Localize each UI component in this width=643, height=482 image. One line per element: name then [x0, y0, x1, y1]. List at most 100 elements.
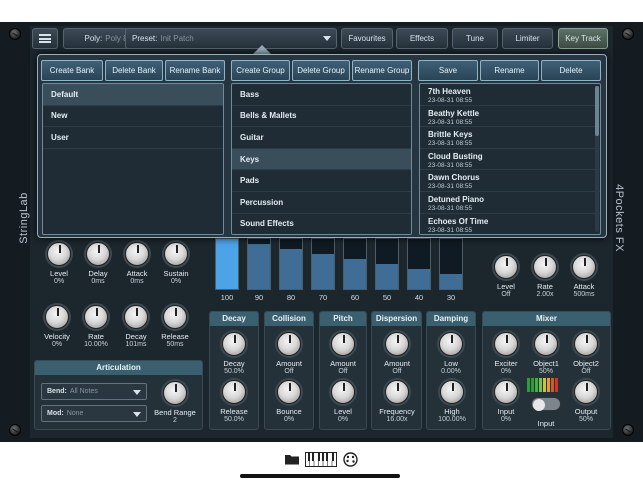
articulation-section: Articulation Bend: All Notes Mod: None Ben…: [34, 360, 203, 430]
folder-icon[interactable]: [284, 452, 300, 468]
bar-fill: [216, 239, 238, 289]
input-switch[interactable]: [531, 397, 561, 411]
rate-knob[interactable]: Rate 2.00x: [527, 255, 563, 298]
bar-slider[interactable]: 40: [405, 238, 433, 302]
harmonic-bars: 100 90 80 70 60 50 40 30: [213, 238, 471, 304]
tune-button[interactable]: Tune: [452, 28, 498, 49]
list-item[interactable]: Keys: [232, 148, 411, 171]
menu-button[interactable]: [32, 28, 58, 49]
bar-fill: [408, 269, 430, 289]
palette-icon[interactable]: [343, 452, 358, 468]
level-meter: [527, 378, 558, 392]
bar-slider[interactable]: 60: [341, 238, 369, 302]
list-item[interactable]: Echoes Of Time 23-08-31 08:55: [420, 214, 600, 234]
low-knob[interactable]: Low 0.00%: [433, 332, 469, 375]
bar-fill: [248, 244, 270, 289]
bar-slider[interactable]: 50: [373, 238, 401, 302]
list-item[interactable]: 7th Heaven 23-08-31 08:55: [420, 84, 600, 106]
sustain-knob[interactable]: Sustain 0%: [158, 242, 194, 285]
input-knob[interactable]: Input 0%: [488, 380, 524, 423]
high-knob[interactable]: High 100.00%: [430, 380, 474, 423]
list-item[interactable]: Default: [43, 84, 223, 106]
bar-fill: [312, 254, 334, 289]
key-track-button[interactable]: Key Track: [558, 28, 608, 49]
rename-bank-button[interactable]: Rename Bank: [165, 60, 225, 81]
list-item[interactable]: Percussion: [232, 192, 411, 214]
home-indicator[interactable]: [240, 474, 400, 478]
rename-preset-button[interactable]: Rename: [480, 60, 539, 81]
mod-dropdown[interactable]: Mod: None: [41, 405, 147, 422]
preset-list-scrollbar[interactable]: [595, 86, 599, 232]
effects-button[interactable]: Effects: [396, 28, 448, 49]
decay-knob[interactable]: Decay 101ms: [118, 305, 154, 348]
rate-knob[interactable]: Rate 10.00%: [78, 305, 114, 348]
decay-knob[interactable]: Decay 50.0%: [216, 332, 252, 375]
list-item[interactable]: New: [43, 106, 223, 128]
section-title: Dispersion: [372, 312, 421, 326]
list-item[interactable]: Sound Effects: [232, 214, 411, 234]
section-title: Damping: [427, 312, 475, 326]
create-group-button[interactable]: Create Group: [231, 60, 290, 81]
preset-list: 7th Heaven 23-08-31 08:55 Beathy Kettle 23…: [419, 83, 601, 235]
bar-fill: [344, 259, 366, 289]
list-item[interactable]: Cloud Busting 23-08-31 08:55: [420, 149, 600, 171]
bar-slider[interactable]: 80: [277, 238, 305, 302]
screw-icon: [9, 28, 21, 40]
mixer-section: Mixer Exciter 0% Object1 50% Object2 Off In…: [482, 311, 611, 430]
release-knob[interactable]: Release 50.0%: [216, 380, 252, 423]
level-knob[interactable]: Level Off: [488, 255, 524, 298]
rename-group-button[interactable]: Rename Group: [352, 60, 412, 81]
side-label-left: StringLab: [17, 192, 30, 244]
amount-knob[interactable]: Amount Off: [271, 332, 307, 375]
bar-slider[interactable]: 30: [437, 238, 465, 302]
list-item[interactable]: Bells & Mallets: [232, 106, 411, 128]
list-item[interactable]: Brittle Keys 23-08-31 08:55: [420, 127, 600, 149]
list-item[interactable]: Detuned Piano 23-08-31 08:55: [420, 192, 600, 214]
bar-slider[interactable]: 100: [213, 238, 241, 302]
bar-slider[interactable]: 70: [309, 238, 337, 302]
host-toolbar: [0, 446, 643, 476]
keyboard-icon[interactable]: [305, 452, 337, 468]
list-item[interactable]: Beathy Kettle 23-08-31 08:55: [420, 106, 600, 128]
dispersion-section: Dispersion Amount Off Frequency 16.00x: [371, 311, 422, 430]
object2-knob[interactable]: Object2 Off: [568, 332, 604, 375]
level-knob[interactable]: Level 0%: [41, 242, 77, 285]
output-knob[interactable]: Output 50%: [568, 380, 604, 423]
exciter-knob[interactable]: Exciter 0%: [488, 332, 524, 375]
section-title: Decay: [210, 312, 258, 326]
release-knob[interactable]: Release 50ms: [157, 305, 193, 348]
pitch-section: Pitch Amount Off Level 0%: [319, 311, 367, 430]
list-item[interactable]: User: [43, 127, 223, 149]
favourites-button[interactable]: Favourites: [341, 28, 393, 49]
screw-icon: [9, 424, 21, 436]
level-knob[interactable]: Level 0%: [325, 380, 361, 423]
create-bank-button[interactable]: Create Bank: [41, 60, 103, 81]
save-preset-button[interactable]: Save: [418, 60, 478, 81]
bar-fill: [376, 264, 398, 289]
list-item[interactable]: Dawn Chorus 23-08-31 08:55: [420, 170, 600, 192]
section-title: Mixer: [483, 312, 610, 326]
bar-slider[interactable]: 90: [245, 238, 273, 302]
preset-selector[interactable]: Preset: Init Patch: [125, 28, 337, 49]
bend-range-knob[interactable]: Bend Range 2: [153, 381, 197, 424]
input-switch-label: Input: [537, 419, 555, 428]
amount-knob[interactable]: Amount Off: [325, 332, 361, 375]
object1-knob[interactable]: Object1 50%: [528, 332, 564, 375]
delete-group-button[interactable]: Delete Group: [292, 60, 350, 81]
list-item[interactable]: Guitar: [232, 127, 411, 149]
delete-bank-button[interactable]: Delete Bank: [105, 60, 163, 81]
list-item[interactable]: Pads: [232, 170, 411, 192]
bend-dropdown[interactable]: Bend: All Notes: [41, 383, 147, 400]
bounce-knob[interactable]: Bounce 0%: [271, 380, 307, 423]
delay-knob[interactable]: Delay 0ms: [80, 242, 116, 285]
velocity-knob[interactable]: Velocity 0%: [39, 305, 75, 348]
attack-knob[interactable]: Attack 0ms: [119, 242, 155, 285]
list-item[interactable]: Bass: [232, 84, 411, 106]
screw-icon: [622, 424, 634, 436]
delete-preset-button[interactable]: Delete: [541, 60, 601, 81]
limiter-button[interactable]: Limiter: [502, 28, 553, 49]
amount-knob[interactable]: Amount Off: [379, 332, 415, 375]
attack-knob[interactable]: Attack 500ms: [566, 255, 602, 298]
frequency-knob[interactable]: Frequency 16.00x: [375, 380, 419, 423]
collision-section: Collision Amount Off Bounce 0%: [264, 311, 314, 430]
